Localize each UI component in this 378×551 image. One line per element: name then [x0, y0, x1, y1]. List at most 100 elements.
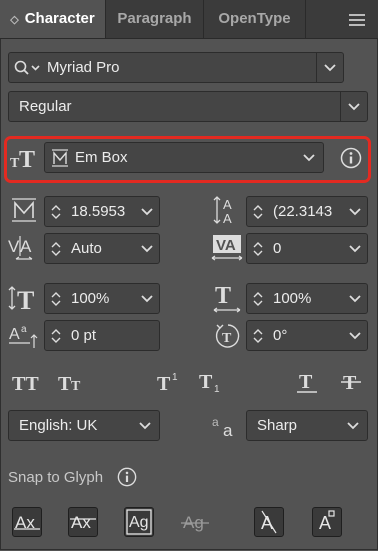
- svg-text:T: T: [71, 379, 81, 393]
- snap-anchor-point-button[interactable]: A: [312, 507, 342, 537]
- font-family-field[interactable]: Myriad Pro: [8, 52, 344, 83]
- panel-menu-icon[interactable]: [346, 10, 368, 30]
- snap-x-height-button[interactable]: Ax: [68, 507, 98, 537]
- tab-opentype[interactable]: OpenType: [204, 0, 306, 38]
- search-icon[interactable]: [9, 53, 47, 82]
- anti-aliasing-select[interactable]: Sharp: [246, 410, 368, 441]
- tab-paragraph[interactable]: Paragraph: [106, 0, 204, 38]
- underline-icon[interactable]: T: [294, 369, 320, 395]
- font-style-select[interactable]: Regular: [8, 91, 368, 122]
- all-caps-icon[interactable]: TT: [12, 369, 44, 395]
- svg-text:T: T: [299, 371, 313, 393]
- svg-text:a: a: [212, 415, 219, 429]
- baseline-shift-value: 0 pt: [71, 327, 97, 344]
- font-style-value: Regular: [19, 98, 72, 115]
- tab-character[interactable]: ◇ Character: [0, 0, 106, 38]
- svg-text:T: T: [343, 372, 357, 394]
- svg-text:V: V: [8, 237, 20, 256]
- tracking-icon: VA: [210, 233, 244, 263]
- tab-opentype-label: OpenType: [218, 10, 291, 27]
- tab-paragraph-label: Paragraph: [117, 10, 192, 27]
- svg-text:T: T: [157, 373, 171, 393]
- horizontal-scale-value: 100%: [273, 290, 312, 307]
- alignment-reference-value: Em Box: [75, 149, 128, 166]
- svg-text:T: T: [58, 373, 72, 393]
- svg-text:Ax: Ax: [71, 513, 91, 532]
- chevron-down-icon[interactable]: [341, 92, 367, 121]
- anti-aliasing-icon: aa: [210, 412, 240, 440]
- rotation-stepper[interactable]: [247, 328, 269, 343]
- baseline-shift-field[interactable]: 0 pt: [44, 320, 160, 351]
- snap-baseline-button[interactable]: Ax: [12, 507, 42, 537]
- info-icon[interactable]: [339, 146, 363, 170]
- horizontal-scale-stepper[interactable]: [247, 291, 269, 306]
- info-icon[interactable]: [116, 466, 138, 488]
- leading-value: (22.3143: [273, 203, 333, 220]
- svg-text:T: T: [222, 331, 232, 346]
- tracking-select[interactable]: 0: [246, 233, 368, 264]
- language-select[interactable]: English: UK: [8, 410, 160, 441]
- leading-icon: AA: [212, 194, 242, 226]
- svg-text:Ag: Ag: [129, 514, 149, 531]
- chevron-down-icon[interactable]: [343, 321, 367, 350]
- vertical-scale-stepper[interactable]: [45, 291, 67, 306]
- leading-stepper[interactable]: [247, 204, 269, 219]
- snap-angular-guides-button[interactable]: A: [254, 507, 284, 537]
- kerning-stepper[interactable]: [45, 241, 67, 256]
- font-size-field[interactable]: 18.5953: [44, 196, 160, 227]
- vertical-scale-value: 100%: [71, 290, 110, 307]
- baseline-shift-stepper[interactable]: [45, 328, 67, 343]
- vertical-scale-field[interactable]: 100%: [44, 283, 160, 314]
- svg-text:T: T: [199, 371, 213, 393]
- anti-aliasing-value: Sharp: [257, 417, 298, 434]
- svg-text:a: a: [21, 324, 27, 335]
- font-size-stepper[interactable]: [45, 204, 67, 219]
- vertical-scale-icon: T: [8, 283, 40, 313]
- kerning-select[interactable]: Auto: [44, 233, 160, 264]
- strikethrough-icon[interactable]: T: [338, 369, 364, 395]
- chevron-down-icon[interactable]: [135, 234, 159, 263]
- tracking-value: 0: [273, 240, 282, 257]
- horizontal-scale-field[interactable]: 100%: [246, 283, 368, 314]
- chevron-down-icon[interactable]: [131, 411, 159, 440]
- em-box-icon: [45, 143, 75, 172]
- chevron-down-icon[interactable]: [135, 284, 159, 313]
- svg-text:1: 1: [214, 384, 220, 393]
- chevron-down-icon[interactable]: [343, 234, 367, 263]
- chevron-down-icon[interactable]: [295, 143, 323, 172]
- kerning-icon: VA: [8, 233, 40, 263]
- kerning-value: Auto: [71, 240, 102, 257]
- subscript-icon[interactable]: T1: [198, 369, 226, 395]
- chevron-down-icon[interactable]: [317, 53, 343, 82]
- svg-text:a: a: [223, 421, 233, 439]
- svg-text:T: T: [215, 283, 231, 309]
- rotation-field[interactable]: 0°: [246, 320, 368, 351]
- svg-text:A: A: [9, 326, 20, 343]
- svg-text:T: T: [17, 286, 34, 312]
- svg-text:A: A: [223, 211, 232, 225]
- horizontal-scale-icon: T: [212, 282, 242, 314]
- chevron-down-icon[interactable]: [343, 284, 367, 313]
- character-rotation-icon: T: [214, 321, 242, 351]
- language-value: English: UK: [19, 417, 98, 434]
- font-size-value: 18.5953: [71, 203, 126, 220]
- small-caps-icon[interactable]: TT: [58, 369, 90, 395]
- snap-proximity-guides-button[interactable]: Ag: [180, 507, 210, 537]
- svg-text:TT: TT: [12, 373, 39, 393]
- collapse-arrows-icon: ◇: [10, 14, 19, 26]
- chevron-down-icon[interactable]: [343, 197, 367, 226]
- alignment-reference-icon: TT: [10, 143, 40, 173]
- tracking-stepper[interactable]: [247, 241, 269, 256]
- svg-text:VA: VA: [216, 237, 236, 254]
- chevron-down-icon[interactable]: [135, 197, 159, 226]
- alignment-reference-select[interactable]: Em Box: [44, 142, 324, 173]
- leading-field[interactable]: (22.3143: [246, 196, 368, 227]
- font-size-icon: [10, 196, 38, 224]
- svg-text:A: A: [20, 237, 32, 256]
- tab-character-label: Character: [24, 10, 95, 27]
- superscript-icon[interactable]: T1: [156, 369, 184, 395]
- snap-glyph-bounds-button[interactable]: Ag: [124, 507, 154, 537]
- chevron-down-icon[interactable]: [339, 411, 367, 440]
- svg-text:A: A: [223, 197, 232, 212]
- snap-to-glyph-label: Snap to Glyph: [8, 469, 104, 486]
